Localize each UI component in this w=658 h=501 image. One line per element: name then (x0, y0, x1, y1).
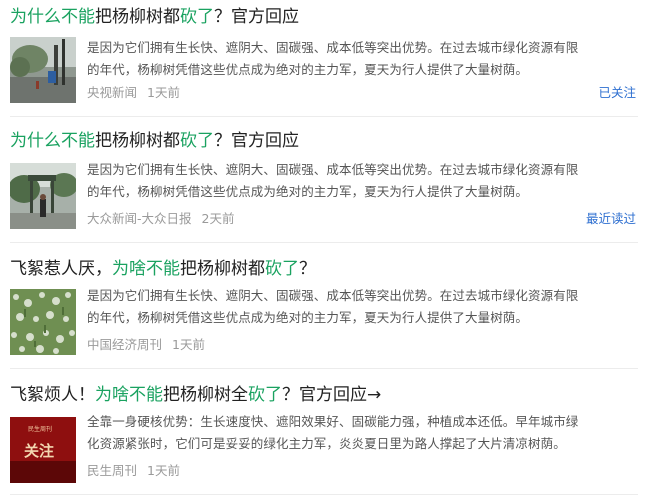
result-title[interactable]: 为什么不能把杨柳树都砍了？官方回应 (10, 4, 299, 30)
result-snippet: 是因为它们拥有生长快、遮阴大、固碳强、成本低等突出优势。在过去城市绿化资源有限 … (87, 285, 639, 329)
snippet-line: 全靠一身硬核优势：生长速度快、遮阳效果好、固碳能力强，种植成本还低。早年城市绿 (87, 414, 579, 429)
result-meta: 大众新闻-大众日报 2天前 (87, 208, 234, 227)
result-meta: 央视新闻 1天前 (87, 82, 180, 101)
result-snippet: 全靠一身硬核优势：生长速度快、遮阳效果好、固碳能力强，种植成本还低。早年城市绿 … (87, 411, 639, 455)
divider (10, 116, 638, 117)
thumb-small-text: 民生周刊 (28, 425, 52, 433)
catkins-image (10, 289, 76, 355)
title-part: 飞絮烦人！ (10, 385, 95, 405)
result-title[interactable]: 飞絮惹人厌，为啥不能把杨柳树都砍了？ (10, 256, 316, 282)
result-thumbnail[interactable] (10, 289, 76, 355)
title-part: 为什么不能 (10, 131, 95, 151)
title-part: 把杨柳树全 (163, 385, 248, 405)
title-part: ？ (299, 259, 316, 279)
result-source[interactable]: 中国经济周刊 (87, 337, 162, 352)
divider (10, 242, 638, 243)
title-part: ？官方回应 (214, 131, 299, 151)
divider (10, 368, 638, 369)
title-part: 把杨柳树都 (95, 131, 180, 151)
result-title[interactable]: 为什么不能把杨柳树都砍了？官方回应 (10, 128, 299, 154)
result-snippet: 是因为它们拥有生长快、遮阴大、固碳强、成本低等突出优势。在过去城市绿化资源有限 … (87, 159, 639, 203)
follow-banner-image: 民生周刊 关注 (10, 417, 76, 483)
result-thumbnail[interactable]: 民生周刊 关注 (10, 417, 76, 483)
snippet-line: 的年代，杨柳树凭借这些优点成为绝对的主力军，夏天为行人提供了大量树荫。 (87, 62, 529, 77)
title-part: ？官方回应 (214, 7, 299, 27)
title-part: 砍了 (180, 7, 214, 27)
title-part: 砍了 (248, 385, 282, 405)
result-source[interactable]: 大众新闻-大众日报 (87, 211, 192, 226)
title-part: 把杨柳树都 (180, 259, 265, 279)
result-snippet: 是因为它们拥有生长快、遮阴大、固碳强、成本低等突出优势。在过去城市绿化资源有限 … (87, 37, 639, 81)
title-part: 为啥不能 (112, 259, 180, 279)
title-part: 砍了 (265, 259, 299, 279)
title-part: 砍了 (180, 131, 214, 151)
snippet-line: 是因为它们拥有生长快、遮阴大、固碳强、成本低等突出优势。在过去城市绿化资源有限 (87, 162, 579, 177)
result-item[interactable]: 飞絮烦人！为啥不能把杨柳树全砍了？官方回应→ 民生周刊 关注 全靠一身硬核优势：… (0, 378, 640, 496)
result-item[interactable]: 飞絮惹人厌，为啥不能把杨柳树都砍了？ 是因为它们拥有生长快、遮阴大、固碳强、成本… (0, 252, 640, 369)
snippet-line: 是因为它们拥有生长快、遮阴大、固碳强、成本低等突出优势。在过去城市绿化资源有限 (87, 288, 579, 303)
result-time: 1天前 (147, 85, 180, 100)
result-meta: 中国经济周刊 1天前 (87, 334, 205, 353)
thumb-text: 关注 (24, 442, 54, 460)
result-thumbnail[interactable] (10, 163, 76, 229)
snippet-line: 的年代，杨柳树凭借这些优点成为绝对的主力军，夏天为行人提供了大量树荫。 (87, 310, 529, 325)
title-part: 飞絮惹人厌， (10, 259, 112, 279)
result-time: 1天前 (147, 463, 180, 478)
result-source[interactable]: 民生周刊 (87, 463, 137, 478)
title-part: 为什么不能 (10, 7, 95, 27)
result-time: 2天前 (201, 211, 235, 226)
title-part: ？官方回应→ (282, 385, 382, 405)
read-status[interactable]: 最近读过 (586, 208, 636, 227)
result-item[interactable]: 为什么不能把杨柳树都砍了？官方回应 是因为它们拥有生长快、遮阴大、固碳强、成本低… (0, 0, 640, 118)
search-results-list: 为什么不能把杨柳树都砍了？官方回应 是因为它们拥有生长快、遮阴大、固碳强、成本低… (0, 0, 658, 501)
result-item[interactable]: 为什么不能把杨柳树都砍了？官方回应 是因为它们拥有生长快、遮阴大、固碳强、成本低… (0, 124, 640, 243)
result-thumbnail[interactable] (10, 37, 76, 103)
result-time: 1天前 (172, 337, 205, 352)
title-part: 把杨柳树都 (95, 7, 180, 27)
divider (10, 494, 638, 495)
result-source[interactable]: 央视新闻 (87, 85, 137, 100)
snippet-line: 是因为它们拥有生长快、遮阴大、固碳强、成本低等突出优势。在过去城市绿化资源有限 (87, 40, 579, 55)
park-gate-image (10, 163, 76, 229)
title-part: 为啥不能 (95, 385, 163, 405)
result-title[interactable]: 飞絮烦人！为啥不能把杨柳树全砍了？官方回应→ (10, 382, 381, 408)
snippet-line: 的年代，杨柳树凭借这些优点成为绝对的主力军，夏天为行人提供了大量树荫。 (87, 184, 529, 199)
street-trees-image (10, 37, 76, 103)
follow-status[interactable]: 已关注 (598, 82, 636, 101)
snippet-line: 化资源紧张时，它们可是妥妥的绿化主力军，炎炎夏日里为路人撑起了大片清凉树荫。 (87, 436, 566, 451)
result-meta: 民生周刊 1天前 (87, 460, 180, 479)
